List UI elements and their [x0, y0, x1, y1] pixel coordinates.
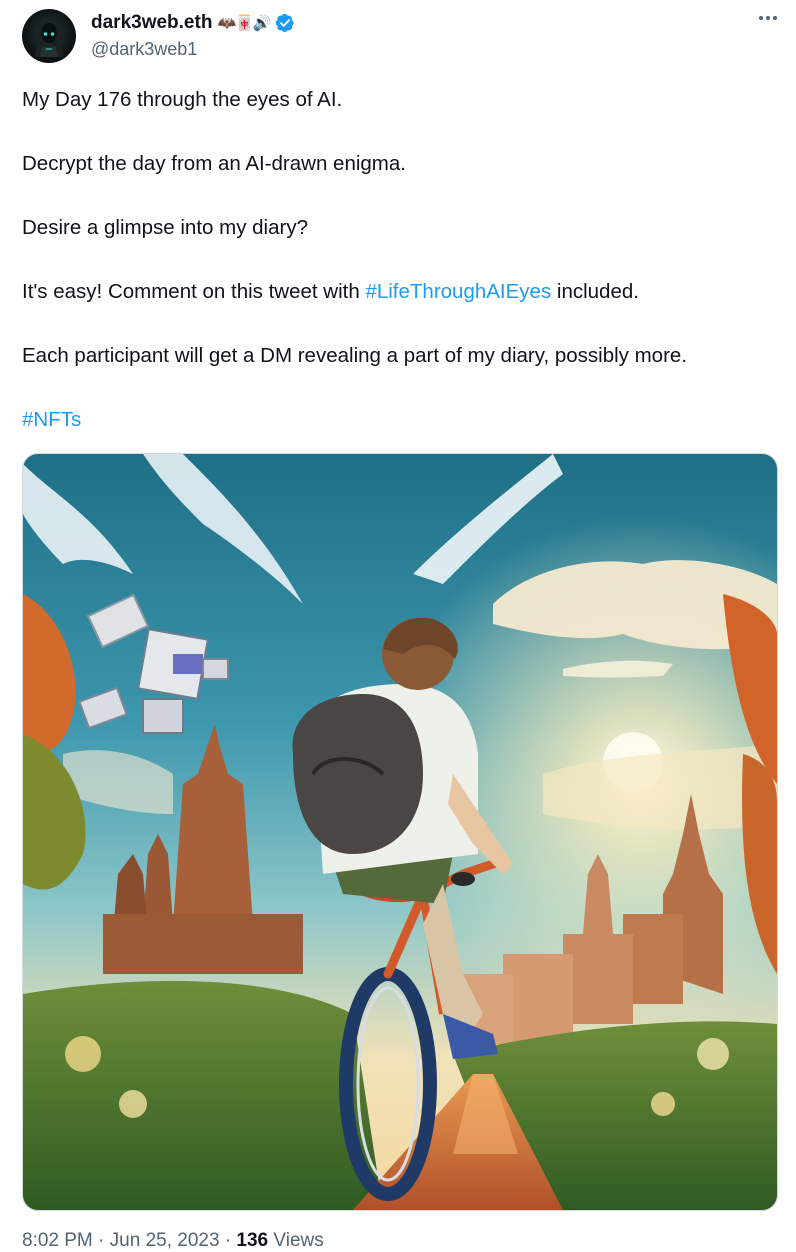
tweet-header: dark3web.eth 🦇🀄🔊 @dark3web1 — [22, 8, 782, 64]
tweet-paragraph: It's easy! Comment on this tweet with #L… — [22, 278, 782, 306]
name-emojis: 🦇🀄🔊 — [217, 14, 271, 32]
verified-badge-icon[interactable] — [275, 13, 295, 33]
tweet-text-segment: included. — [551, 280, 639, 303]
tweet-illustration — [23, 454, 777, 1210]
display-name[interactable]: dark3web.eth — [91, 12, 212, 34]
tweet-paragraph: Decrypt the day from an AI-drawn enigma. — [22, 150, 782, 178]
tweet-paragraph: Desire a glimpse into my diary? — [22, 214, 782, 242]
author-names: dark3web.eth 🦇🀄🔊 @dark3web1 — [91, 11, 295, 60]
tweet-image[interactable] — [22, 453, 778, 1211]
tweet-text-segment: Decrypt the day from an AI-drawn enigma. — [22, 152, 406, 175]
author-handle[interactable]: @dark3web1 — [91, 39, 295, 60]
tweet-text-segment: My Day 176 through the eyes of AI. — [22, 88, 343, 111]
tweet-paragraph: My Day 176 through the eyes of AI. — [22, 86, 782, 114]
tweet-text-segment: Desire a glimpse into my diary? — [22, 216, 308, 239]
more-horizontal-icon[interactable] — [756, 12, 780, 28]
tweet-text-segment: Each participant will get a DM revealing… — [22, 344, 688, 367]
tweet-text: My Day 176 through the eyes of AI. Decryp… — [22, 86, 782, 434]
display-name-row: dark3web.eth 🦇🀄🔊 — [91, 11, 295, 35]
tweet-text-segment: It's easy! Comment on this tweet with — [22, 280, 366, 303]
hashtag-link[interactable]: #NFTs — [22, 408, 81, 431]
tweet-paragraph: Each participant will get a DM revealing… — [22, 342, 782, 370]
hashtag-link[interactable]: #LifeThroughAIEyes — [365, 280, 551, 303]
tweet-paragraph: #NFTs — [22, 406, 782, 434]
tweet-meta: 8:02 PM · Jun 25, 2023 · 136 Views — [22, 1230, 324, 1252]
avatar[interactable] — [22, 9, 76, 63]
avatar-hooded-figure-icon — [34, 17, 64, 57]
